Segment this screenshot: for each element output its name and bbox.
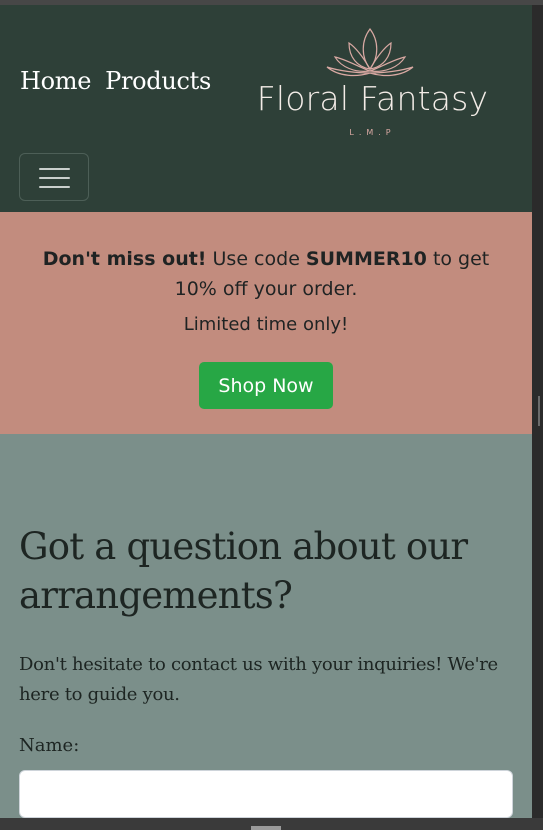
lotus-icon	[326, 27, 414, 77]
page-viewport: Home Products Floral Fantasy L.M.P Don't…	[0, 5, 532, 818]
contact-title: Got a question about our arrangements?	[19, 525, 468, 617]
name-input[interactable]	[19, 770, 513, 818]
menu-toggle-button[interactable]	[19, 153, 89, 201]
brand-name: Floral Fantasy	[256, 79, 489, 118]
promo-code: SUMMER10	[305, 248, 427, 270]
resize-handle[interactable]	[251, 826, 281, 830]
contact-section: Got a question about our arrangements? D…	[0, 434, 532, 818]
promo-banner: Don't miss out! Use code SUMMER10 to get…	[0, 212, 532, 434]
shop-now-button[interactable]: Shop Now	[199, 362, 333, 409]
promo-text-before-code: Use code	[206, 248, 306, 270]
brand-subtitle: L.M.P	[349, 128, 396, 137]
promo-limited-text: Limited time only!	[183, 314, 349, 335]
contact-description: Don't hesitate to contact us with your i…	[19, 654, 498, 705]
nav-link-products[interactable]: Products	[105, 67, 211, 95]
site-header: Home Products Floral Fantasy L.M.P	[0, 5, 532, 212]
promo-lead: Don't miss out!	[42, 248, 207, 270]
nav-link-home[interactable]: Home	[20, 67, 91, 95]
main-nav: Home Products	[20, 67, 211, 95]
brand-logo[interactable]: Floral Fantasy L.M.P	[250, 25, 500, 140]
promo-message: Don't miss out! Use code SUMMER10 to get…	[20, 244, 512, 304]
scrollbar-thumb[interactable]	[538, 396, 540, 426]
name-label: Name:	[19, 735, 80, 756]
